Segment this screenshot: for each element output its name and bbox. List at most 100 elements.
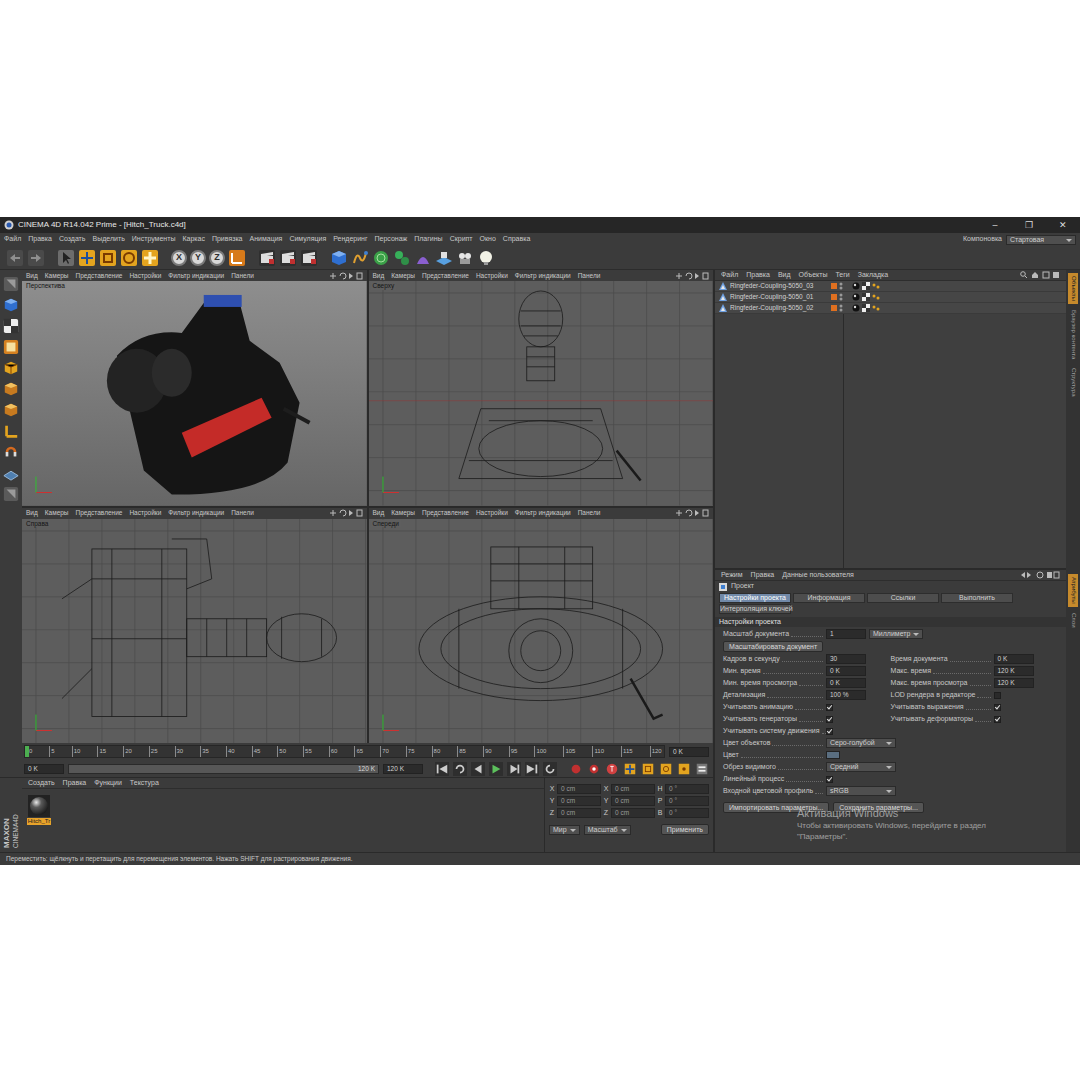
checkbox[interactable] (826, 716, 833, 723)
side-tab[interactable]: Слои (1068, 610, 1077, 631)
coordinate-field[interactable]: 0 cm (557, 784, 601, 794)
material-menu-item[interactable]: Правка (63, 779, 87, 787)
number-field[interactable]: 30 (826, 654, 866, 664)
go-end-icon[interactable] (525, 762, 539, 776)
object-menu-item[interactable]: Закладка (858, 271, 888, 279)
viewport-menu-item[interactable]: Панели (231, 509, 254, 517)
maximize-button[interactable]: ❐ (1012, 220, 1046, 231)
layer-visibility-icon[interactable] (831, 304, 849, 312)
render-icon[interactable] (279, 249, 297, 267)
cycle-icon[interactable] (543, 762, 557, 776)
menu-item[interactable]: Скрипт (450, 235, 473, 243)
timeline-ruler[interactable]: 0510152025303540455055606570758085909510… (24, 745, 665, 758)
model-top-view[interactable] (369, 281, 714, 506)
viewport-menu-item[interactable]: Представление (76, 509, 123, 517)
number-field[interactable]: 0 K (994, 654, 1034, 664)
side-tab[interactable]: Атрибуты (1068, 574, 1077, 607)
viewport-menu-item[interactable]: Вид (26, 509, 38, 517)
menu-item[interactable]: Привязка (212, 235, 243, 243)
key-selection-icon[interactable] (605, 762, 619, 776)
model-shaded-view[interactable] (22, 281, 367, 506)
viewport-menu-item[interactable]: Представление (76, 272, 123, 280)
import-settings-button[interactable]: Импортировать параметры... (723, 802, 829, 813)
deform-icon[interactable] (414, 249, 432, 267)
checkbox[interactable] (994, 716, 1001, 723)
unit-dropdown[interactable]: Миллиметр (869, 629, 923, 639)
undo-icon[interactable] (6, 249, 24, 267)
material-name[interactable]: Hitch_Tr (27, 818, 51, 825)
viewport-menu-item[interactable]: Представление (422, 509, 469, 517)
menu-item[interactable]: Справка (503, 235, 530, 243)
viewport-menu-item[interactable]: Настройки (129, 509, 161, 517)
viewport-menu-item[interactable]: Настройки (129, 272, 161, 280)
play-icon[interactable] (489, 762, 503, 776)
record-key-icon[interactable] (569, 762, 583, 776)
cube-icon[interactable] (3, 297, 19, 313)
coordinate-field[interactable]: 0 cm (557, 808, 601, 818)
viewport-menu-item[interactable]: Вид (373, 272, 385, 280)
viewport-menu-item[interactable]: Камеры (45, 509, 69, 517)
object-name[interactable]: Ringfeder-Coupling-5050_03 (730, 282, 828, 290)
viewport[interactable]: ВидКамерыПредставлениеНастройкиФильтр ин… (22, 270, 367, 506)
object-menu-item[interactable]: Файл (721, 271, 738, 279)
object-name[interactable]: Ringfeder-Coupling-5050_01 (730, 293, 828, 301)
save-settings-button[interactable]: Сохранить параметры... (833, 802, 924, 813)
menu-item[interactable]: Инструменты (132, 235, 176, 243)
viewport-menu-item[interactable]: Представление (422, 272, 469, 280)
viewport[interactable]: ВидКамерыПредставлениеНастройкиФильтр ин… (369, 270, 714, 506)
material-menu-item[interactable]: Текстура (130, 779, 159, 787)
viewport-menu-item[interactable]: Камеры (391, 272, 415, 280)
number-field[interactable]: 100 % (826, 690, 866, 700)
array-icon[interactable] (393, 249, 411, 267)
poly-icon[interactable] (3, 402, 19, 418)
dropdown[interactable]: Серо-голубой (826, 738, 896, 748)
object-manager-tools-icon[interactable] (1020, 271, 1060, 279)
coordinate-field[interactable]: 0 ° (665, 808, 709, 818)
render-icon[interactable] (300, 249, 318, 267)
viewport-navigation-icon[interactable] (329, 509, 363, 517)
subdiv-icon[interactable] (372, 249, 390, 267)
dropdown[interactable]: sRGB (826, 786, 896, 796)
object-menu-item[interactable]: Теги (835, 271, 849, 279)
viewport-menu-item[interactable]: Фильтр индикации (168, 272, 224, 280)
checker-icon[interactable] (3, 318, 19, 334)
axismode-icon[interactable] (3, 423, 19, 439)
poly-icon[interactable] (3, 381, 19, 397)
number-field[interactable]: 120 K (994, 678, 1034, 688)
viewport-navigation-icon[interactable] (329, 272, 363, 280)
layer-visibility-icon[interactable] (831, 293, 849, 301)
material-menu-item[interactable]: Создать (28, 779, 55, 787)
menu-item[interactable]: Каркас (182, 235, 204, 243)
coordinate-mode-dropdown[interactable]: Мир (549, 825, 580, 835)
viewport-menu-item[interactable]: Фильтр индикации (168, 509, 224, 517)
attribute-manager-tools-icon[interactable] (1020, 571, 1060, 579)
auto-key-icon[interactable] (587, 762, 601, 776)
camera-icon[interactable] (456, 249, 474, 267)
side-tab[interactable]: Браузер контента (1068, 307, 1077, 362)
playhead[interactable] (25, 746, 29, 757)
render-icon[interactable] (258, 249, 276, 267)
position-key-icon[interactable] (623, 762, 637, 776)
coordinate-field[interactable]: 0 cm (611, 808, 655, 818)
checkbox[interactable] (826, 704, 833, 711)
param-key-icon[interactable] (677, 762, 691, 776)
coordinate-scale-dropdown[interactable]: Масштаб (584, 825, 631, 835)
viewport-menu-item[interactable]: Камеры (391, 509, 415, 517)
layout-dropdown[interactable]: Стартовая (1006, 235, 1076, 245)
select-icon[interactable] (57, 249, 75, 267)
checkbox[interactable] (826, 728, 833, 735)
timeline-window-icon[interactable] (695, 762, 709, 776)
redo-icon[interactable] (27, 249, 45, 267)
menu-item[interactable]: Персонаж (375, 235, 408, 243)
go-start-icon[interactable] (435, 762, 449, 776)
step-forward-icon[interactable] (507, 762, 521, 776)
viewport-canvas[interactable]: Сверху (369, 281, 714, 506)
material-tags-icon[interactable] (852, 293, 882, 301)
model-icon[interactable] (3, 486, 19, 502)
viewport-canvas[interactable]: Справа (22, 519, 367, 744)
number-field[interactable]: 120 K (994, 666, 1034, 676)
viewport-navigation-icon[interactable] (675, 509, 709, 517)
object-menu-item[interactable]: Вид (778, 271, 791, 279)
scale-icon[interactable] (99, 249, 117, 267)
rotate-icon[interactable] (120, 249, 138, 267)
